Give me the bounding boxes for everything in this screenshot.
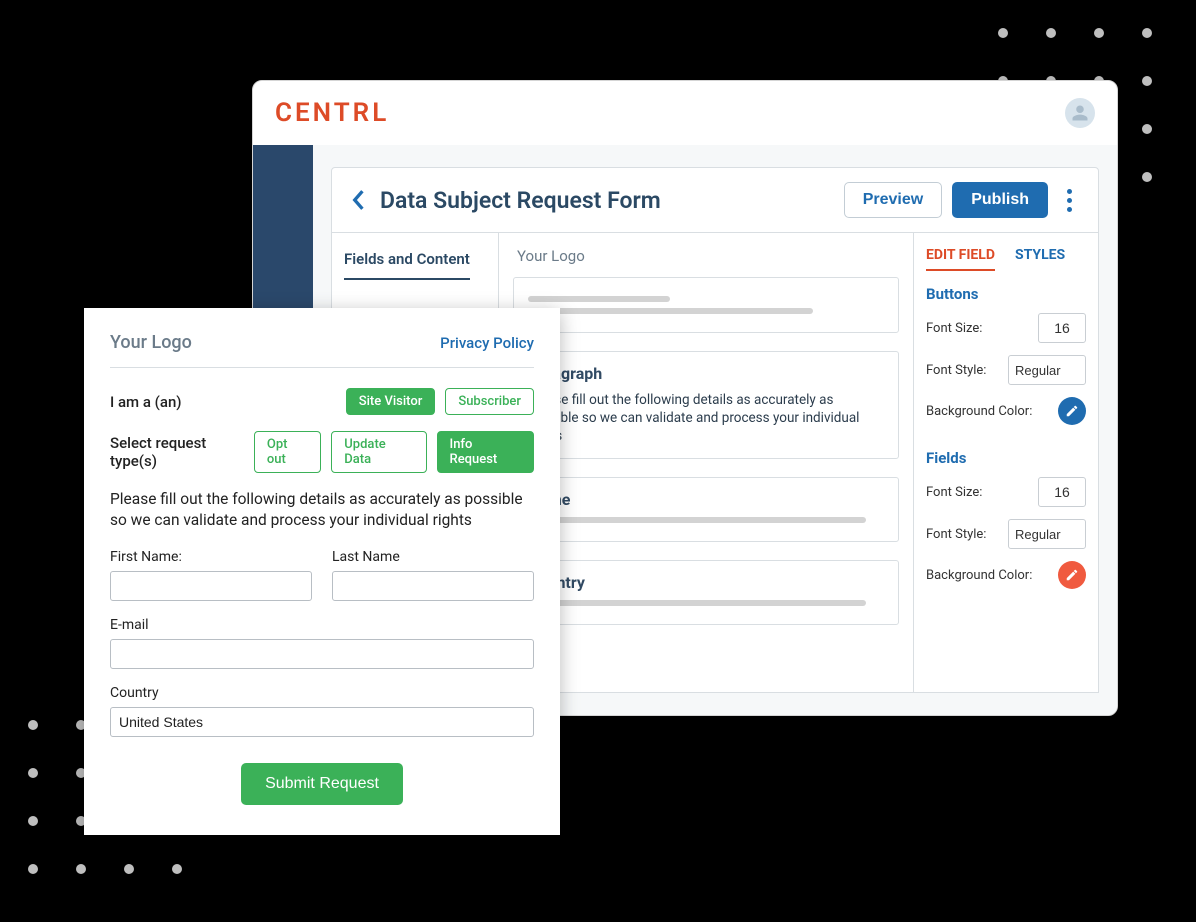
placeholder-line — [528, 308, 813, 314]
buttons-group-title: Buttons — [926, 285, 1086, 303]
app-header: CENTRL — [253, 81, 1117, 145]
more-menu-button[interactable] — [1058, 186, 1080, 214]
bg-color-label: Background Color: — [926, 404, 1032, 419]
first-name-input[interactable] — [110, 571, 312, 601]
chip-opt-out[interactable]: Opt out — [254, 431, 321, 473]
chip-info-request[interactable]: Info Request — [437, 431, 534, 473]
fields-content-tab[interactable]: Fields and Content — [344, 250, 470, 280]
canvas-block-title[interactable] — [513, 277, 899, 333]
canvas-logo-label: Your Logo — [513, 247, 899, 265]
chip-subscriber[interactable]: Subscriber — [445, 388, 534, 415]
font-style-label: Font Style: — [926, 527, 986, 542]
font-size-label: Font Size: — [926, 321, 982, 336]
user-icon — [1070, 103, 1090, 123]
popup-logo-label: Your Logo — [110, 332, 192, 353]
placeholder-line — [528, 517, 866, 523]
email-input[interactable] — [110, 639, 534, 669]
last-name-input[interactable] — [332, 571, 534, 601]
buttons-font-size-input[interactable] — [1038, 313, 1086, 343]
chip-update-data[interactable]: Update Data — [331, 431, 426, 473]
kebab-dot — [1067, 198, 1072, 203]
publish-button[interactable]: Publish — [952, 182, 1048, 218]
buttons-bg-color-picker[interactable] — [1058, 397, 1086, 425]
pencil-icon — [1065, 568, 1079, 582]
buttons-font-style-select[interactable] — [1008, 355, 1086, 385]
canvas-block-name[interactable]: Name — [513, 477, 899, 542]
block-title: Name — [528, 490, 884, 509]
preview-button[interactable]: Preview — [844, 182, 942, 218]
font-style-label: Font Style: — [926, 363, 986, 378]
privacy-policy-link[interactable]: Privacy Policy — [440, 334, 534, 352]
titlebar: Data Subject Request Form Preview Publis… — [331, 167, 1099, 233]
country-label: Country — [110, 685, 534, 701]
first-name-label: First Name: — [110, 549, 312, 565]
font-size-label: Font Size: — [926, 485, 982, 500]
email-label: E-mail — [110, 617, 534, 633]
placeholder-line — [528, 296, 670, 302]
tab-styles[interactable]: STYLES — [1015, 247, 1065, 271]
kebab-dot — [1067, 207, 1072, 212]
last-name-label: Last Name — [332, 549, 534, 565]
submit-request-button[interactable]: Submit Request — [241, 763, 403, 805]
page-title: Data Subject Request Form — [380, 187, 661, 214]
bg-color-label: Background Color: — [926, 568, 1032, 583]
request-form-popup: Your Logo Privacy Policy I am a (an) Sit… — [84, 308, 560, 835]
canvas-block-paragraph[interactable]: Paragraph Please fill out the following … — [513, 351, 899, 459]
fields-group-title: Fields — [926, 449, 1086, 467]
back-button[interactable] — [350, 189, 366, 211]
chip-site-visitor[interactable]: Site Visitor — [346, 388, 436, 415]
kebab-dot — [1067, 189, 1072, 194]
intro-text: Please fill out the following details as… — [110, 489, 534, 531]
canvas-block-country[interactable]: Country — [513, 560, 899, 625]
fields-font-size-input[interactable] — [1038, 477, 1086, 507]
block-title: Country — [528, 573, 884, 592]
country-input[interactable] — [110, 707, 534, 737]
avatar[interactable] — [1065, 98, 1095, 128]
tab-edit-field[interactable]: EDIT FIELD — [926, 247, 995, 271]
fields-font-style-select[interactable] — [1008, 519, 1086, 549]
canvas-panel: Your Logo Paragraph Please fill out the … — [499, 233, 913, 693]
fields-bg-color-picker[interactable] — [1058, 561, 1086, 589]
placeholder-line — [528, 600, 866, 606]
chevron-left-icon — [350, 189, 366, 211]
block-title: Paragraph — [528, 364, 884, 383]
properties-panel: EDIT FIELD STYLES Buttons Font Size: Fon… — [913, 233, 1099, 693]
pencil-icon — [1065, 404, 1079, 418]
paragraph-body: Please fill out the following details as… — [528, 391, 884, 446]
brand-logo: CENTRL — [275, 98, 389, 128]
iam-label: I am a (an) — [110, 393, 182, 411]
select-request-label: Select request type(s) — [110, 434, 254, 470]
